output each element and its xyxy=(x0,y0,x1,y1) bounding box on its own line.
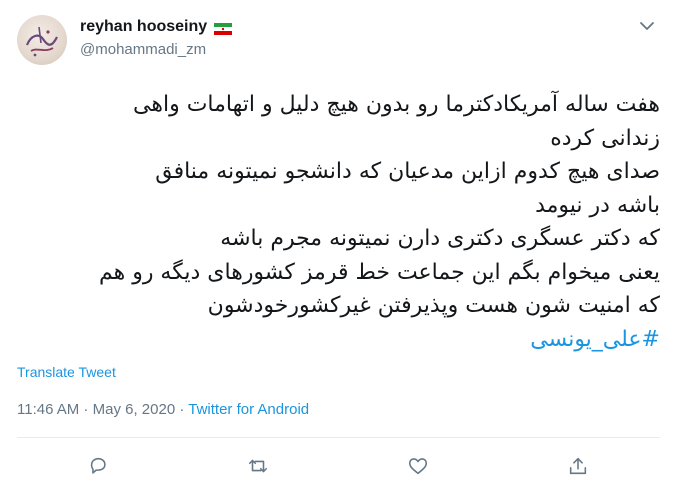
meta-separator: · xyxy=(175,401,189,418)
retweet-button[interactable] xyxy=(247,455,271,479)
tweet-actions xyxy=(0,455,677,479)
avatar-calligraphy-icon xyxy=(25,26,58,57)
tweet-line: صدای هیچ کدوم ازاین مدعیان که دانشجو نمی… xyxy=(155,159,660,184)
tweet-line: زندانی کرده xyxy=(550,125,660,151)
tweet-date[interactable]: May 6, 2020 xyxy=(93,401,176,418)
user-handle[interactable]: @mohammadi_zm xyxy=(80,41,232,58)
meta-separator: · xyxy=(79,401,93,418)
reply-icon xyxy=(87,455,111,477)
tweet-line: یعنی میخوام بگم این جماعت خط قرمز کشورها… xyxy=(98,259,660,285)
tweet-time[interactable]: 11:46 AM xyxy=(17,401,79,418)
tweet-source-link[interactable]: Twitter for Android xyxy=(188,401,309,418)
share-icon xyxy=(567,455,591,477)
chevron-down-icon[interactable] xyxy=(637,16,657,36)
like-button[interactable] xyxy=(407,455,431,479)
retweet-icon xyxy=(247,455,271,477)
author-info: reyhan hooseiny @mohammadi_zm xyxy=(80,16,233,58)
hashtag-link[interactable]: #علی_یونسی xyxy=(20,323,660,357)
share-button[interactable] xyxy=(567,455,591,479)
tweet-meta: 11:46 AM · May 6, 2020 · Twitter for And… xyxy=(17,401,309,418)
tweet-text: هفت ساله آمریکادکترما رو بدون هیچ دلیل و… xyxy=(20,88,660,356)
tweet-line: که امنیت شون هست وپذیرفتن غیرکشورخودشون xyxy=(207,293,660,318)
avatar[interactable] xyxy=(17,15,67,65)
tweet-line: هفت ساله آمریکادکترما رو بدون هیچ دلیل و… xyxy=(133,92,660,117)
translate-tweet-link[interactable]: Translate Tweet xyxy=(17,364,116,380)
display-name[interactable]: reyhan hooseiny xyxy=(80,18,207,36)
heart-icon xyxy=(407,455,431,477)
reply-button[interactable] xyxy=(87,455,111,479)
tweet-line: باشه در نیومد xyxy=(535,192,660,218)
tweet-line: که دکتر عسگری دکتری دارن نمیتونه مجرم با… xyxy=(220,226,660,251)
iran-flag-icon xyxy=(214,20,233,35)
divider xyxy=(17,437,660,438)
